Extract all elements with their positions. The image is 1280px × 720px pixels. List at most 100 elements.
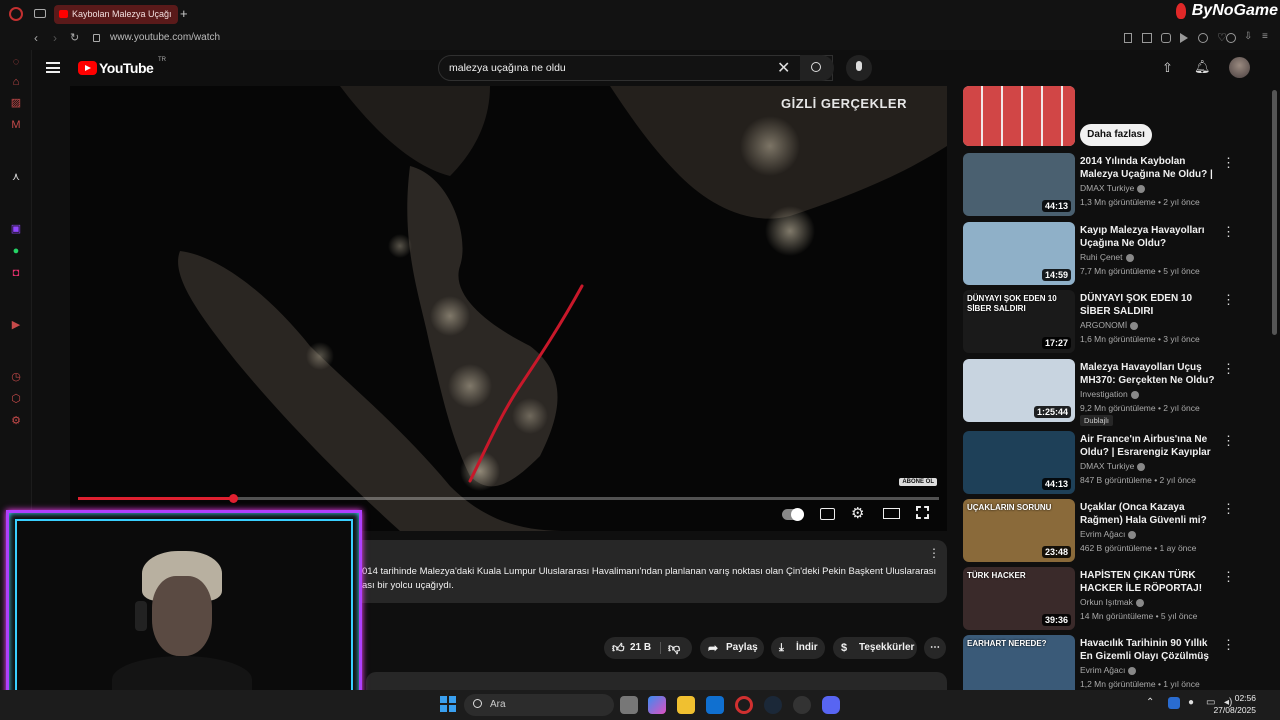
- more-options-icon[interactable]: ⋮: [1222, 224, 1235, 240]
- related-video-item[interactable]: 14:59 Kayıp Malezya Havayolları Uçağına N…: [960, 222, 1260, 286]
- player-sidebar-icon[interactable]: ▶: [9, 318, 23, 332]
- video-thumbnail[interactable]: EARHART NEREDE?: [963, 635, 1075, 690]
- related-video-title[interactable]: Uçaklar (Onca Kazaya Rağmen) Hala Güvenl…: [1080, 501, 1220, 527]
- related-video-title[interactable]: Kayıp Malezya Havayolları Uçağına Ne Old…: [1080, 224, 1220, 250]
- related-channel-name[interactable]: Evrim Ağacı: [1080, 529, 1137, 539]
- related-video-item[interactable]: DÜNYAYI ŞOK EDEN 10 SİBER SALDIRI 17:27 DÜ…: [960, 290, 1260, 354]
- related-video-title[interactable]: HAPİSTEN ÇIKAN TÜRK HACKER İLE RÖPORTAJ!: [1080, 569, 1220, 595]
- profile-icon[interactable]: [1226, 33, 1236, 43]
- opera-taskbar-icon[interactable]: [735, 696, 753, 714]
- upload-icon[interactable]: ⇧: [1162, 60, 1173, 76]
- description-more-icon[interactable]: ⋮: [928, 546, 940, 560]
- tab-switcher-icon[interactable]: [34, 9, 46, 18]
- new-tab-button[interactable]: +: [180, 7, 188, 21]
- related-channel-name[interactable]: Ruhi Çenet: [1080, 252, 1134, 262]
- video-player[interactable]: GİZLİ GERÇEKLER ABONE OL ⚙: [70, 86, 947, 531]
- more-options-icon[interactable]: ⋮: [1222, 155, 1235, 171]
- video-thumbnail[interactable]: TÜRK HACKER 39:36: [963, 567, 1075, 630]
- related-channel-name[interactable]: Evrim Ağacı: [1080, 665, 1137, 675]
- settings-gear-icon[interactable]: ⚙: [851, 504, 864, 522]
- more-actions-button[interactable]: ⋯: [924, 637, 946, 659]
- share-button[interactable]: ➦ Paylaş: [700, 637, 764, 659]
- autoplay-toggle[interactable]: [782, 508, 804, 521]
- related-video-title[interactable]: 2014 Yılında Kaybolan Malezya Uçağına Ne…: [1080, 155, 1220, 182]
- obs-icon[interactable]: [793, 696, 811, 714]
- notifications-bell-icon[interactable]: 🔔︎: [1194, 59, 1211, 75]
- download-button[interactable]: ⤓ İndir: [771, 637, 825, 659]
- more-options-icon[interactable]: ⋮: [1222, 361, 1235, 377]
- browser-tab[interactable]: Kaybolan Malezya Uçağı: [54, 5, 178, 24]
- snapshot-icon[interactable]: [1142, 33, 1152, 43]
- flows-icon[interactable]: ⋏: [9, 170, 23, 184]
- related-video-title[interactable]: Havacılık Tarihinin 90 Yıllık En Gizemli…: [1080, 637, 1220, 664]
- top-partial-thumbnail[interactable]: [963, 86, 1075, 146]
- extensions-icon[interactable]: ⬡: [9, 392, 23, 406]
- youtube-logo[interactable]: YouTube TR: [78, 57, 168, 78]
- page-scrollbar[interactable]: [1272, 90, 1277, 335]
- related-channel-name[interactable]: DMAX Turkiye: [1080, 461, 1146, 471]
- like-button[interactable]: 👍︎ 21 B: [612, 637, 660, 659]
- discord-icon[interactable]: [822, 696, 840, 714]
- workspace-icon[interactable]: ⌂: [9, 75, 23, 89]
- video-thumbnail[interactable]: UÇAKLARIN SORUNU 23:48: [963, 499, 1075, 562]
- progress-scrubber-handle[interactable]: [228, 494, 238, 503]
- avatar[interactable]: [1229, 57, 1250, 78]
- video-thumbnail[interactable]: 14:59: [963, 222, 1075, 285]
- video-thumbnail[interactable]: 1:25:44: [963, 359, 1075, 422]
- microphone-tray-icon[interactable]: ●: [1188, 697, 1194, 708]
- instagram-icon[interactable]: ◘: [9, 266, 23, 280]
- channel-watermark-badge[interactable]: ABONE OL: [899, 478, 937, 486]
- file-explorer-icon[interactable]: [677, 696, 695, 714]
- related-video-item[interactable]: TÜRK HACKER 39:36 HAPİSTEN ÇIKAN TÜRK HACK…: [960, 567, 1260, 631]
- url-text[interactable]: www.youtube.com/watch: [110, 32, 220, 43]
- history-icon[interactable]: ◷: [9, 370, 23, 384]
- related-video-item[interactable]: 44:13 2014 Yılında Kaybolan Malezya Uçağı…: [960, 153, 1260, 217]
- start-button-icon[interactable]: [440, 696, 456, 712]
- video-thumbnail[interactable]: DÜNYAYI ŞOK EDEN 10 SİBER SALDIRI 17:27: [963, 290, 1075, 353]
- related-channel-name[interactable]: DMAX Turkiye: [1080, 183, 1146, 193]
- theater-mode-icon[interactable]: [883, 508, 900, 519]
- clock-date[interactable]: 27/08/2025: [1213, 705, 1256, 715]
- related-video-item[interactable]: UÇAKLARIN SORUNU 23:48 Uçaklar (Onca Kazay…: [960, 499, 1260, 563]
- hamburger-menu-icon[interactable]: [46, 62, 60, 73]
- related-channel-name[interactable]: Investigation: [1080, 389, 1139, 399]
- fullscreen-icon[interactable]: [916, 506, 929, 519]
- voice-search-button[interactable]: [846, 55, 872, 81]
- download-icon[interactable]: ⇩: [1244, 31, 1252, 42]
- search-button[interactable]: [800, 55, 834, 81]
- task-view-icon[interactable]: [620, 696, 638, 714]
- search-box[interactable]: malezya uçağına ne oldu ✕: [438, 55, 833, 81]
- progress-bar-track[interactable]: [78, 494, 939, 503]
- player-icon[interactable]: [1180, 33, 1188, 43]
- opera-logo-icon[interactable]: [9, 7, 23, 21]
- more-options-icon[interactable]: ⋮: [1222, 637, 1235, 653]
- forward-icon[interactable]: ›: [53, 31, 57, 45]
- more-options-icon[interactable]: ⋮: [1222, 569, 1235, 585]
- more-options-icon[interactable]: ⋮: [1222, 501, 1235, 517]
- related-video-item[interactable]: EARHART NEREDE? Havacılık Tarihinin 90 Yı…: [960, 635, 1260, 690]
- related-channel-name[interactable]: Orkun Işıtmak: [1080, 597, 1144, 607]
- more-options-icon[interactable]: ⋮: [1222, 433, 1235, 449]
- more-options-icon[interactable]: ⋮: [1222, 292, 1235, 308]
- video-thumbnail[interactable]: 44:13: [963, 431, 1075, 494]
- thanks-button[interactable]: $ Teşekkürler: [833, 637, 917, 659]
- related-video-item[interactable]: 1:25:44 Malezya Havayolları Uçuş MH370: G…: [960, 359, 1260, 426]
- related-channel-name[interactable]: ARGONOMİ: [1080, 320, 1139, 330]
- settings-icon[interactable]: ⚙: [9, 414, 23, 428]
- tray-chevron-icon[interactable]: ⌃: [1146, 697, 1154, 708]
- video-thumbnail[interactable]: 44:13: [963, 153, 1075, 216]
- gmail-icon[interactable]: M: [9, 118, 23, 132]
- search-input[interactable]: malezya uçağına ne oldu: [449, 62, 566, 74]
- whatsapp-icon[interactable]: ●: [9, 244, 23, 258]
- related-video-title[interactable]: Air France'ın Airbus'ına Ne Oldu? | Esra…: [1080, 433, 1220, 459]
- clear-search-icon[interactable]: ✕: [777, 58, 790, 78]
- more-button[interactable]: Daha fazlası: [1080, 124, 1152, 146]
- steam-icon[interactable]: [764, 696, 782, 714]
- vpn-icon[interactable]: [1161, 33, 1171, 43]
- copilot-icon[interactable]: [648, 696, 666, 714]
- clock-time[interactable]: 02:56: [1235, 693, 1256, 703]
- wallet-icon[interactable]: [1198, 33, 1208, 43]
- aria-icon[interactable]: ◌: [9, 55, 23, 69]
- taskbar-search-box[interactable]: Ara: [464, 694, 614, 716]
- games-icon[interactable]: ▨: [9, 96, 23, 110]
